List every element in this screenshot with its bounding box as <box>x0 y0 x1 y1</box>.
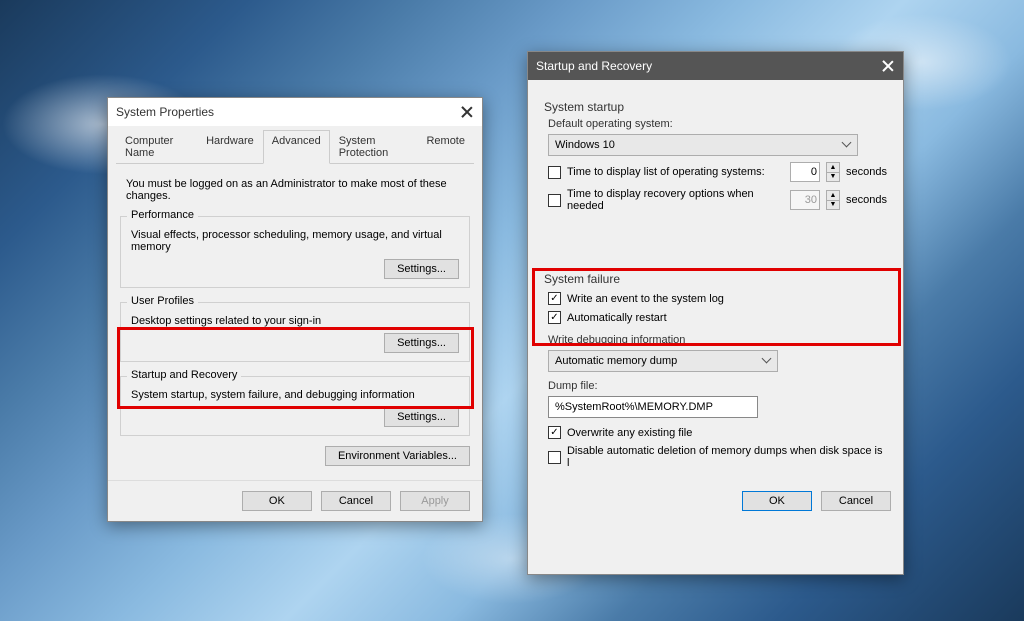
auto-restart-checkbox[interactable] <box>548 311 561 324</box>
default-os-value: Windows 10 <box>555 139 615 151</box>
seconds-label: seconds <box>846 166 887 178</box>
user-profiles-group: User Profiles Desktop settings related t… <box>120 302 470 362</box>
chevron-down-icon <box>763 357 771 365</box>
performance-settings-button[interactable]: Settings... <box>384 259 459 279</box>
time-recovery-value[interactable]: 30 <box>790 190 820 210</box>
dialog-footer: OK Cancel <box>528 479 903 523</box>
cancel-button[interactable]: Cancel <box>321 491 391 511</box>
chevron-down-icon <box>843 141 851 149</box>
admin-note: You must be logged on as an Administrato… <box>126 178 470 202</box>
write-debug-heading: Write debugging information <box>548 334 887 346</box>
write-event-checkbox[interactable] <box>548 292 561 305</box>
tab-advanced[interactable]: Advanced <box>263 130 330 164</box>
window-title: Startup and Recovery <box>536 59 652 73</box>
performance-desc: Visual effects, processor scheduling, me… <box>131 229 459 253</box>
environment-variables-button[interactable]: Environment Variables... <box>325 446 470 466</box>
time-recovery-spinner[interactable]: ▲▼ <box>826 190 840 210</box>
user-profiles-settings-button[interactable]: Settings... <box>384 333 459 353</box>
time-os-list-value[interactable]: 0 <box>790 162 820 182</box>
performance-title: Performance <box>127 209 198 221</box>
overwrite-checkbox[interactable] <box>548 426 561 439</box>
system-properties-window: System Properties Computer Name Hardware… <box>107 97 483 522</box>
system-failure-heading: System failure <box>544 272 887 286</box>
tabs: Computer Name Hardware Advanced System P… <box>116 130 474 164</box>
apply-button[interactable]: Apply <box>400 491 470 511</box>
dump-type-select[interactable]: Automatic memory dump <box>548 350 778 372</box>
startup-recovery-settings-button[interactable]: Settings... <box>384 407 459 427</box>
startup-recovery-window: Startup and Recovery System startup Defa… <box>527 51 904 575</box>
time-os-list-label: Time to display list of operating system… <box>567 166 784 178</box>
tab-hardware[interactable]: Hardware <box>197 130 263 163</box>
ok-button[interactable]: OK <box>742 491 812 511</box>
close-icon[interactable] <box>460 105 474 119</box>
tab-remote[interactable]: Remote <box>417 130 474 163</box>
recovery-content: System startup Default operating system:… <box>528 80 903 479</box>
time-recovery-checkbox[interactable] <box>548 194 561 207</box>
seconds-label: seconds <box>846 194 887 206</box>
time-os-list-checkbox[interactable] <box>548 166 561 179</box>
user-profiles-desc: Desktop settings related to your sign-in <box>131 315 459 327</box>
write-event-label: Write an event to the system log <box>567 293 724 305</box>
startup-recovery-desc: System startup, system failure, and debu… <box>131 389 459 401</box>
tab-system-protection[interactable]: System Protection <box>330 130 418 163</box>
dump-file-label: Dump file: <box>548 380 887 392</box>
dialog-footer: OK Cancel Apply <box>108 480 482 521</box>
user-profiles-title: User Profiles <box>127 295 198 307</box>
auto-restart-label: Automatically restart <box>567 312 667 324</box>
dump-type-value: Automatic memory dump <box>555 355 677 367</box>
titlebar[interactable]: System Properties <box>108 98 482 126</box>
window-title: System Properties <box>116 105 214 119</box>
tab-computer-name[interactable]: Computer Name <box>116 130 197 163</box>
disable-auto-delete-checkbox[interactable] <box>548 451 561 464</box>
time-recovery-label: Time to display recovery options when ne… <box>567 188 784 212</box>
time-os-list-spinner[interactable]: ▲▼ <box>826 162 840 182</box>
dump-file-value: %SystemRoot%\MEMORY.DMP <box>555 401 713 413</box>
startup-recovery-group: Startup and Recovery System startup, sys… <box>120 376 470 436</box>
ok-button[interactable]: OK <box>242 491 312 511</box>
default-os-select[interactable]: Windows 10 <box>548 134 858 156</box>
advanced-tab-content: You must be logged on as an Administrato… <box>108 164 482 474</box>
dump-file-input[interactable]: %SystemRoot%\MEMORY.DMP <box>548 396 758 418</box>
system-startup-heading: System startup <box>544 100 887 114</box>
titlebar[interactable]: Startup and Recovery <box>528 52 903 80</box>
overwrite-label: Overwrite any existing file <box>567 427 692 439</box>
disable-auto-delete-label: Disable automatic deletion of memory dum… <box>567 445 887 469</box>
default-os-label: Default operating system: <box>548 118 887 130</box>
performance-group: Performance Visual effects, processor sc… <box>120 216 470 288</box>
startup-recovery-title: Startup and Recovery <box>127 369 241 381</box>
cancel-button[interactable]: Cancel <box>821 491 891 511</box>
close-icon[interactable] <box>881 59 895 73</box>
